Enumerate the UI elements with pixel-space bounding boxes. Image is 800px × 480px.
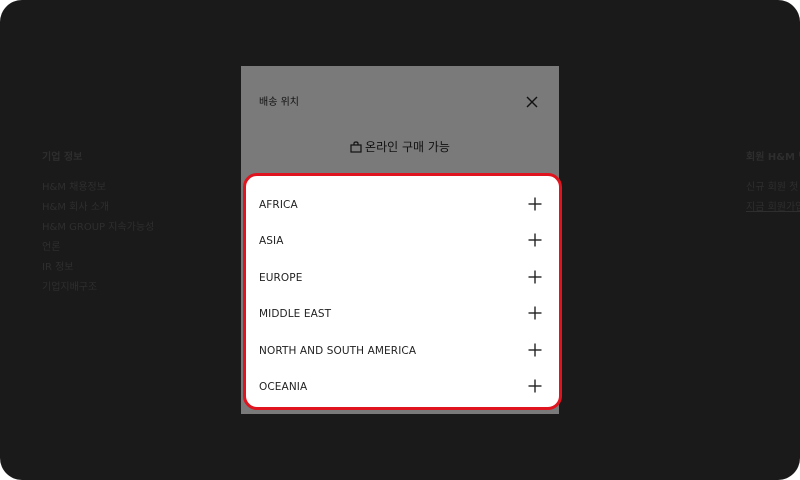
footer-link-signup[interactable]: 지금 회원가입 <box>746 201 800 221</box>
region-item-asia[interactable]: ASIA <box>246 223 559 259</box>
footer-link-about[interactable]: H&M 회사 소개 <box>42 201 154 221</box>
close-button[interactable] <box>524 94 540 110</box>
plus-icon[interactable] <box>528 270 542 284</box>
footer-link-sustainability[interactable]: H&M GROUP 지속가능성 <box>42 221 154 241</box>
region-label: MIDDLE EAST <box>259 308 332 321</box>
plus-icon[interactable] <box>528 197 542 211</box>
footer-link-governance[interactable]: 기업지배구조 <box>42 281 154 301</box>
footer-link-new-member[interactable]: 신규 회원 첫 <box>746 181 800 201</box>
footer-link-careers[interactable]: H&M 채용정보 <box>42 181 154 201</box>
region-label: EUROPE <box>259 271 303 284</box>
plus-icon[interactable] <box>528 343 542 357</box>
plus-icon[interactable] <box>528 379 542 393</box>
region-item-middle-east[interactable]: MIDDLE EAST <box>246 296 559 332</box>
footer-membership: 회원 H&M 멤 신규 회원 첫 지금 회원가입 <box>746 148 800 221</box>
region-item-oceania[interactable]: OCEANIA <box>246 369 559 405</box>
region-item-africa[interactable]: AFRICA <box>246 187 559 223</box>
online-purchase-label: 온라인 구매 가능 <box>365 140 450 154</box>
footer-heading-membership: 회원 H&M 멤 <box>746 152 800 163</box>
modal-title: 배송 위치 <box>259 97 299 108</box>
region-label: ASIA <box>259 235 284 248</box>
online-purchase-info: 온라인 구매 가능 <box>241 138 559 155</box>
footer-company-info: 기업 정보 H&M 채용정보 H&M 회사 소개 H&M GROUP 지속가능성… <box>42 148 154 301</box>
footer-heading-company: 기업 정보 <box>42 152 83 163</box>
screen: 기업 정보 H&M 채용정보 H&M 회사 소개 H&M GROUP 지속가능성… <box>0 0 800 480</box>
plus-icon[interactable] <box>528 233 542 247</box>
footer-link-press[interactable]: 언론 <box>42 241 154 261</box>
region-label: AFRICA <box>259 199 298 211</box>
region-label: OCEANIA <box>259 380 308 393</box>
shopping-bag-icon <box>350 141 362 153</box>
region-item-europe[interactable]: EUROPE <box>246 260 559 296</box>
close-icon <box>526 96 538 108</box>
region-item-americas[interactable]: NORTH AND SOUTH AMERICA <box>246 333 559 369</box>
region-list-card: AFRICA ASIA EUROPE MIDDLE EAST NORTH AND… <box>243 173 562 410</box>
footer-link-ir[interactable]: IR 정보 <box>42 261 154 281</box>
plus-icon[interactable] <box>528 306 542 320</box>
region-list: AFRICA ASIA EUROPE MIDDLE EAST NORTH AND… <box>246 187 559 405</box>
region-label: NORTH AND SOUTH AMERICA <box>259 344 417 357</box>
